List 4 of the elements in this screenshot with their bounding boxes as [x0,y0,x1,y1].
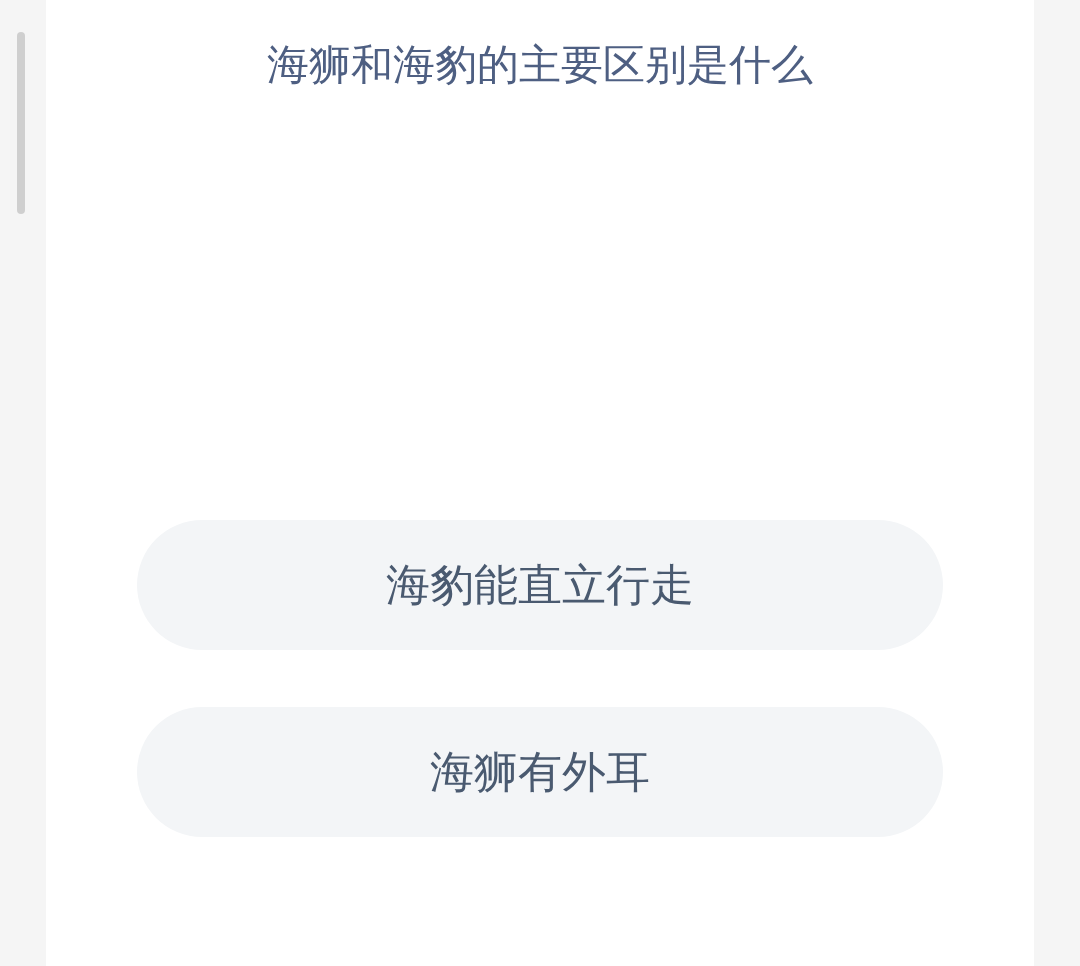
scrollbar-thumb[interactable] [17,32,25,214]
question-title: 海狮和海豹的主要区别是什么 [267,39,813,91]
answer-option[interactable]: 海豹能直立行走 [137,520,943,650]
answer-option[interactable]: 海狮有外耳 [137,707,943,837]
